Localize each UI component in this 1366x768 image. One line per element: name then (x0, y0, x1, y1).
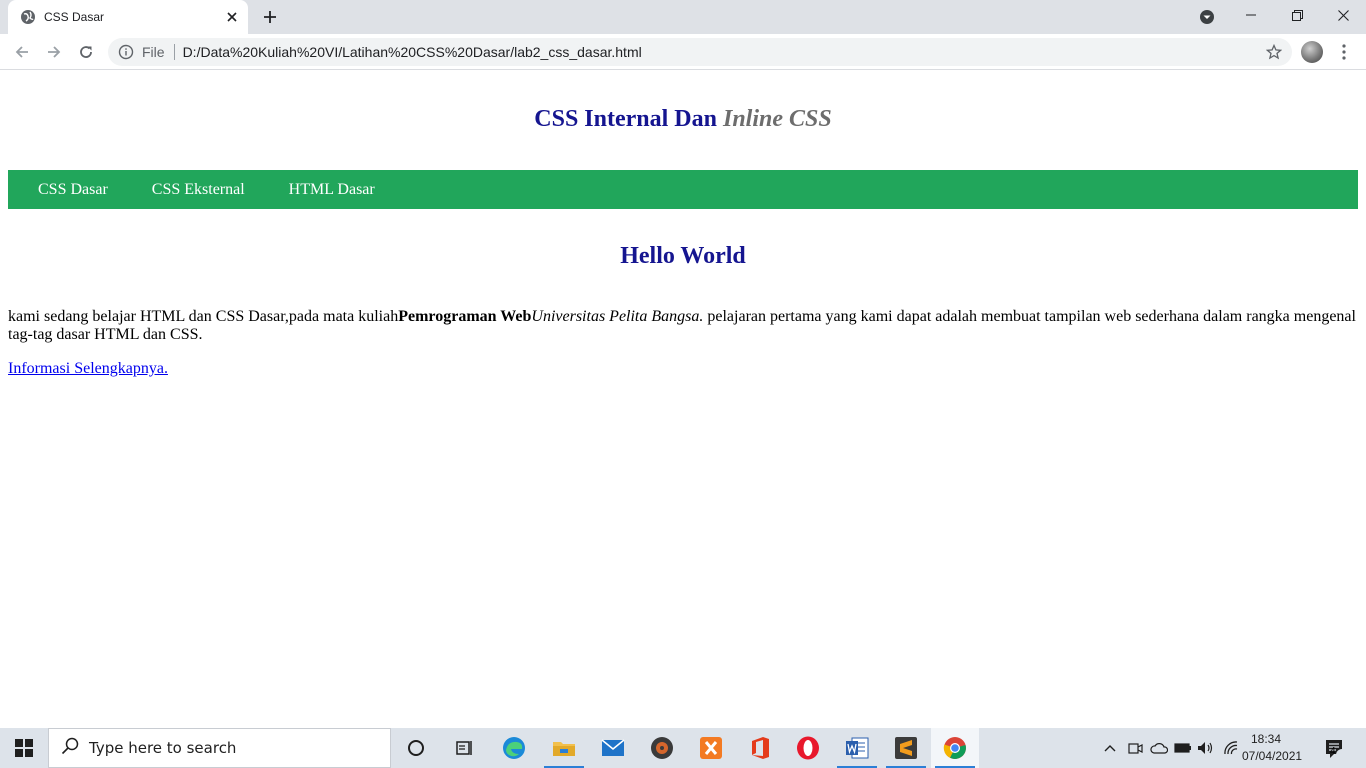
file-explorer-icon[interactable] (540, 728, 588, 768)
url-text[interactable]: D:/Data%20Kuliah%20VI/Latihan%20CSS%20Da… (183, 44, 642, 60)
chrome-icon[interactable] (931, 728, 979, 768)
system-clock[interactable]: 18:34 07/04/2021 (1242, 731, 1303, 765)
new-tab-button[interactable] (258, 6, 282, 28)
meet-now-icon[interactable] (1125, 738, 1145, 758)
more-menu-icon[interactable] (1334, 38, 1354, 66)
paragraph-text-1: kami sedang belajar HTML dan CSS Dasar,p… (8, 308, 399, 325)
tab-strip: CSS Dasar (0, 0, 1366, 34)
address-bar[interactable]: File D:/Data%20Kuliah%20VI/Latihan%20CSS… (108, 38, 1292, 66)
web-page: CSS Internal Dan Inline CSS CSS Dasar CS… (0, 71, 1366, 728)
scheme-label: File (142, 44, 165, 60)
browser-toolbar: File D:/Data%20Kuliah%20VI/Latihan%20CSS… (0, 34, 1366, 70)
address-separator (173, 44, 175, 60)
onedrive-cloud-icon[interactable] (1149, 738, 1169, 758)
more-info-link[interactable]: Informasi Selengkapnya. (8, 360, 168, 378)
info-icon[interactable] (118, 44, 134, 60)
search-placeholder: Type here to search (89, 739, 237, 757)
page-title-italic: Inline CSS (722, 106, 832, 132)
close-window-button[interactable] (1320, 0, 1366, 30)
bookmark-star-icon[interactable] (1265, 43, 1283, 60)
wifi-icon[interactable] (1221, 738, 1241, 758)
task-view-icon[interactable] (440, 728, 488, 768)
browser-tab[interactable]: CSS Dasar (8, 0, 248, 34)
forward-button[interactable] (40, 38, 68, 66)
clock-date: 07/04/2021 (1242, 749, 1303, 763)
tab-title: CSS Dasar (44, 10, 105, 24)
search-icon (61, 737, 79, 760)
battery-icon[interactable] (1173, 738, 1193, 758)
page-title-normal: CSS Internal Dan (534, 106, 723, 132)
globe-icon (20, 9, 36, 25)
reload-button[interactable] (72, 38, 100, 66)
paragraph-italic: Universitas Pelita Bangsa. (531, 308, 704, 325)
nav-link-css-eksternal[interactable]: CSS Eksternal (152, 181, 245, 199)
restore-button[interactable] (1274, 0, 1320, 30)
media-player-icon[interactable] (638, 728, 686, 768)
office-icon[interactable] (736, 728, 784, 768)
minimize-button[interactable] (1228, 0, 1274, 30)
volume-icon[interactable] (1196, 738, 1216, 758)
start-button[interactable] (0, 728, 48, 768)
profile-avatar[interactable] (1301, 41, 1323, 63)
mail-icon[interactable] (589, 728, 637, 768)
paragraph-bold: Pemrograman Web (398, 308, 532, 325)
nav-link-html-dasar[interactable]: HTML Dasar (289, 181, 375, 199)
sublime-text-icon[interactable] (882, 728, 930, 768)
taskbar-search-box[interactable]: Type here to search (48, 728, 391, 768)
xampp-icon[interactable] (687, 728, 735, 768)
cortana-icon[interactable] (392, 728, 440, 768)
nav-link-css-dasar[interactable]: CSS Dasar (38, 181, 108, 199)
notification-count: 4 (1330, 746, 1336, 757)
tab-search-icon[interactable] (1198, 8, 1216, 26)
windows-icon (15, 739, 33, 757)
intro-paragraph: kami sedang belajar HTML dan CSS Dasar,p… (8, 308, 1362, 344)
hello-heading: Hello World (620, 243, 746, 269)
chevron-up-icon[interactable] (1100, 738, 1120, 758)
opera-icon[interactable] (784, 728, 832, 768)
close-tab-icon[interactable] (222, 7, 242, 27)
page-title: CSS Internal Dan Inline CSS (0, 106, 1366, 133)
back-button[interactable] (8, 38, 36, 66)
word-icon[interactable] (833, 728, 881, 768)
clock-time: 18:34 (1250, 732, 1282, 746)
taskbar: Type here to search 18:34 07/04/2021 (0, 728, 1366, 768)
edge-icon[interactable] (490, 728, 538, 768)
site-navbar: CSS Dasar CSS Eksternal HTML Dasar (8, 170, 1358, 209)
